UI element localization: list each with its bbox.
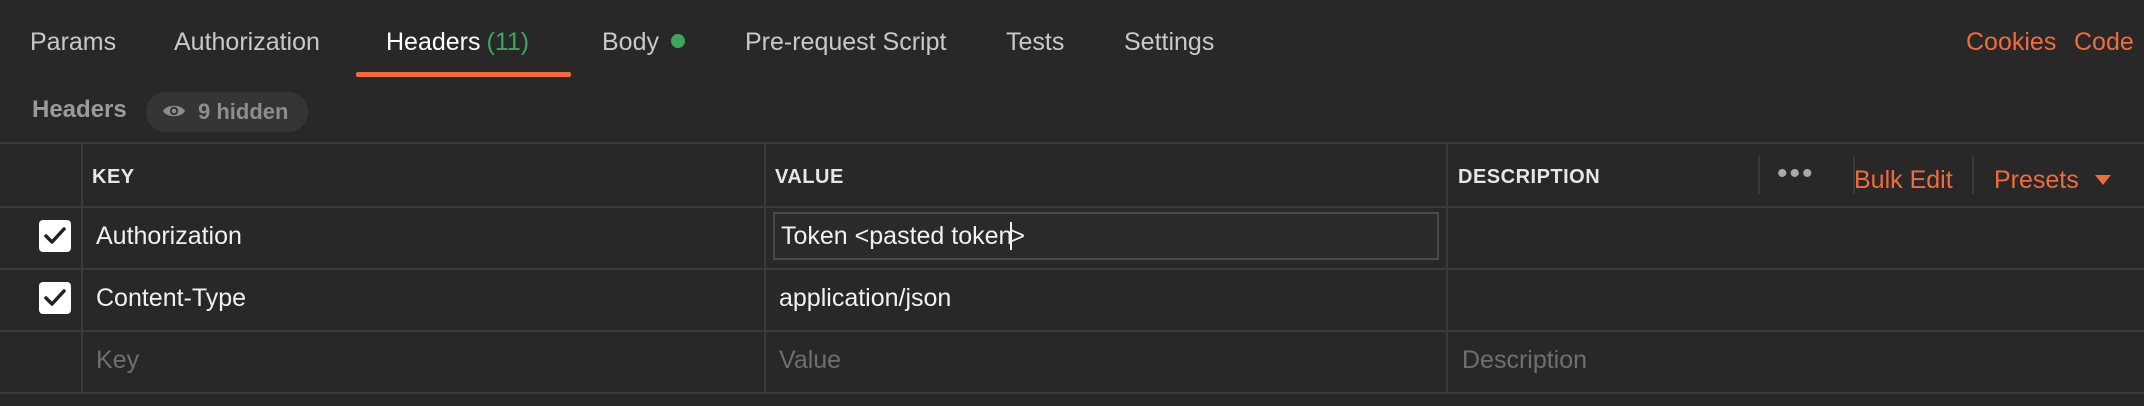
new-key-input[interactable]: Key [96,346,139,375]
active-tab-indicator [356,72,571,77]
tab-body[interactable]: Body [602,28,685,57]
header-value-cell[interactable]: application/json [779,284,951,313]
header-value-input[interactable]: Token <pasted token > [773,212,1439,260]
tab-authorization[interactable]: Authorization [174,28,320,57]
tab-authorization-label: Authorization [174,28,320,56]
new-description-input[interactable]: Description [1462,346,1587,375]
request-tabs: Params Authorization Headers (11) Body Pr… [0,0,2144,80]
tab-headers-label: Headers [386,28,481,56]
row-checkbox-authorization[interactable] [39,220,71,252]
tab-body-label: Body [602,28,659,56]
header-key-cell[interactable]: Content-Type [96,284,246,313]
row-divider [0,330,2144,332]
body-status-dot-icon [670,34,685,48]
code-link[interactable]: Code [2074,28,2134,57]
cookies-link[interactable]: Cookies [1966,28,2056,57]
tab-tests-label: Tests [1006,28,1065,56]
chevron-down-icon [2094,175,2111,185]
header-key-cell[interactable]: Authorization [96,222,242,251]
row-checkbox-content-type[interactable] [39,282,71,314]
hidden-headers-toggle[interactable]: 9 hidden [146,92,309,132]
headers-count-badge: (11) [486,28,530,56]
tab-headers[interactable]: Headers (11) [386,28,529,57]
value-text-after-caret: > [1010,221,1026,250]
column-header-description: DESCRIPTION [1458,166,1601,188]
tab-params[interactable]: Params [30,28,116,57]
more-options-icon[interactable]: ••• [1777,159,1815,189]
tab-tests[interactable]: Tests [1006,28,1064,57]
value-text-before-caret: Token <pasted token [781,221,1013,250]
tab-settings-label: Settings [1124,28,1215,56]
tab-settings[interactable]: Settings [1124,28,1214,57]
column-header-key: KEY [92,166,135,188]
presets-label: Presets [1994,166,2079,194]
tab-prerequest-label: Pre-request Script [745,28,947,56]
checkmark-icon [44,289,66,306]
row-divider [0,268,2144,270]
checkmark-icon [44,227,66,244]
request-panel: Params Authorization Headers (11) Body Pr… [0,0,2144,406]
bulk-edit-button[interactable]: Bulk Edit [1854,166,1953,195]
column-header-value: VALUE [775,166,844,188]
tab-prerequest-script[interactable]: Pre-request Script [745,28,946,57]
headers-section-title: Headers [32,96,127,123]
headers-table: KEY VALUE DESCRIPTION ••• Bulk Edit Pres… [0,142,2144,394]
action-divider [1972,156,1974,194]
action-divider [1758,156,1760,194]
row-divider [0,392,2144,394]
row-divider [0,206,2144,208]
eye-icon [162,99,186,125]
presets-dropdown[interactable]: Presets [1994,166,2111,195]
new-value-input[interactable]: Value [779,346,841,375]
tab-params-label: Params [30,28,117,56]
hidden-count-label: 9 hidden [198,99,289,124]
